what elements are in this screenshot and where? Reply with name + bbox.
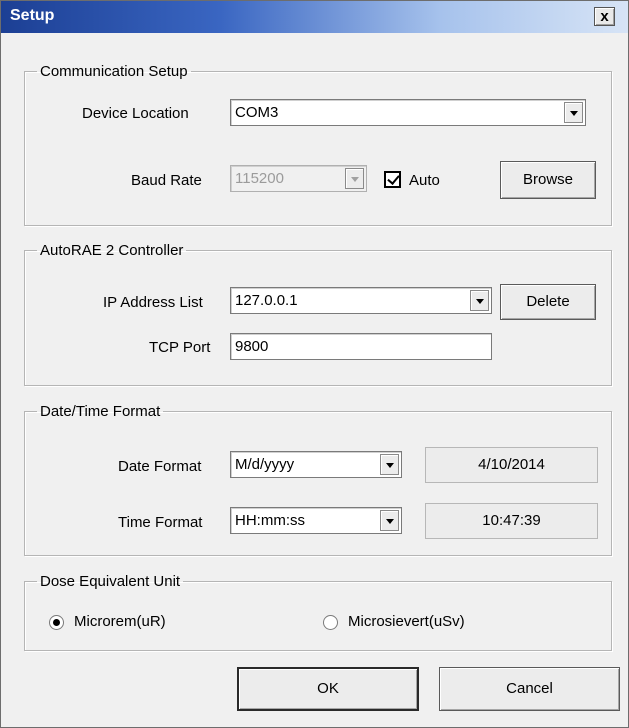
time-format-label: Time Format bbox=[118, 514, 203, 531]
microsievert-radio[interactable] bbox=[323, 615, 338, 630]
chevron-down-icon[interactable] bbox=[564, 102, 583, 123]
cancel-label: Cancel bbox=[506, 680, 553, 697]
communication-setup-legend: Communication Setup bbox=[40, 63, 188, 80]
window-title: Setup bbox=[10, 7, 55, 24]
baud-rate-select: 115200 bbox=[230, 165, 367, 192]
browse-button[interactable]: Browse bbox=[500, 161, 596, 199]
browse-label: Browse bbox=[522, 171, 574, 188]
close-icon: x bbox=[600, 8, 609, 25]
device-location-select[interactable]: COM3 bbox=[230, 99, 586, 126]
chevron-down-icon[interactable] bbox=[470, 290, 489, 311]
tcp-port-label: TCP Port bbox=[149, 339, 211, 356]
time-preview: 10:47:39 bbox=[425, 503, 598, 539]
baud-rate-label: Baud Rate bbox=[131, 172, 202, 189]
cancel-button[interactable]: Cancel bbox=[439, 667, 620, 711]
tcp-port-input[interactable]: 9800 bbox=[230, 333, 492, 360]
auto-label: Auto bbox=[409, 172, 440, 189]
setup-dialog: Setup x Communication Setup Device Locat… bbox=[0, 0, 629, 728]
chevron-down-icon[interactable] bbox=[380, 510, 399, 531]
ok-label: OK bbox=[317, 680, 339, 697]
date-preview: 4/10/2014 bbox=[425, 447, 598, 483]
delete-button[interactable]: Delete bbox=[500, 284, 596, 320]
ip-address-label: IP Address List bbox=[103, 294, 203, 311]
tcp-port-value: 9800 bbox=[235, 338, 269, 355]
ip-address-select[interactable]: 127.0.0.1 bbox=[230, 287, 492, 314]
date-format-select[interactable]: M/d/yyyy bbox=[230, 451, 402, 478]
title-bar[interactable]: Setup x bbox=[1, 1, 628, 33]
time-format-value: HH:mm:ss bbox=[235, 512, 305, 529]
baud-rate-value: 115200 bbox=[235, 170, 284, 187]
microrem-label: Microrem(uR) bbox=[74, 613, 166, 630]
chevron-down-icon bbox=[345, 168, 364, 189]
microrem-radio[interactable] bbox=[49, 615, 64, 630]
ok-button[interactable]: OK bbox=[237, 667, 419, 711]
date-format-label: Date Format bbox=[118, 458, 202, 475]
delete-label: Delete bbox=[526, 293, 570, 310]
device-location-label: Device Location bbox=[82, 105, 189, 122]
close-button[interactable]: x bbox=[594, 7, 615, 26]
datetime-legend: Date/Time Format bbox=[40, 403, 161, 420]
auto-checkbox[interactable] bbox=[384, 171, 401, 188]
dose-unit-group: Dose Equivalent Unit bbox=[24, 573, 612, 651]
time-format-select[interactable]: HH:mm:ss bbox=[230, 507, 402, 534]
date-format-value: M/d/yyyy bbox=[235, 456, 295, 473]
device-location-value: COM3 bbox=[235, 104, 279, 121]
dose-unit-legend: Dose Equivalent Unit bbox=[40, 573, 181, 590]
ip-address-value: 127.0.0.1 bbox=[235, 292, 298, 309]
chevron-down-icon[interactable] bbox=[380, 454, 399, 475]
date-preview-value: 4/10/2014 bbox=[478, 456, 545, 473]
communication-setup-group: Communication Setup bbox=[24, 63, 612, 226]
controller-legend: AutoRAE 2 Controller bbox=[40, 242, 184, 259]
microsievert-label: Microsievert(uSv) bbox=[348, 613, 465, 630]
time-preview-value: 10:47:39 bbox=[482, 512, 541, 529]
